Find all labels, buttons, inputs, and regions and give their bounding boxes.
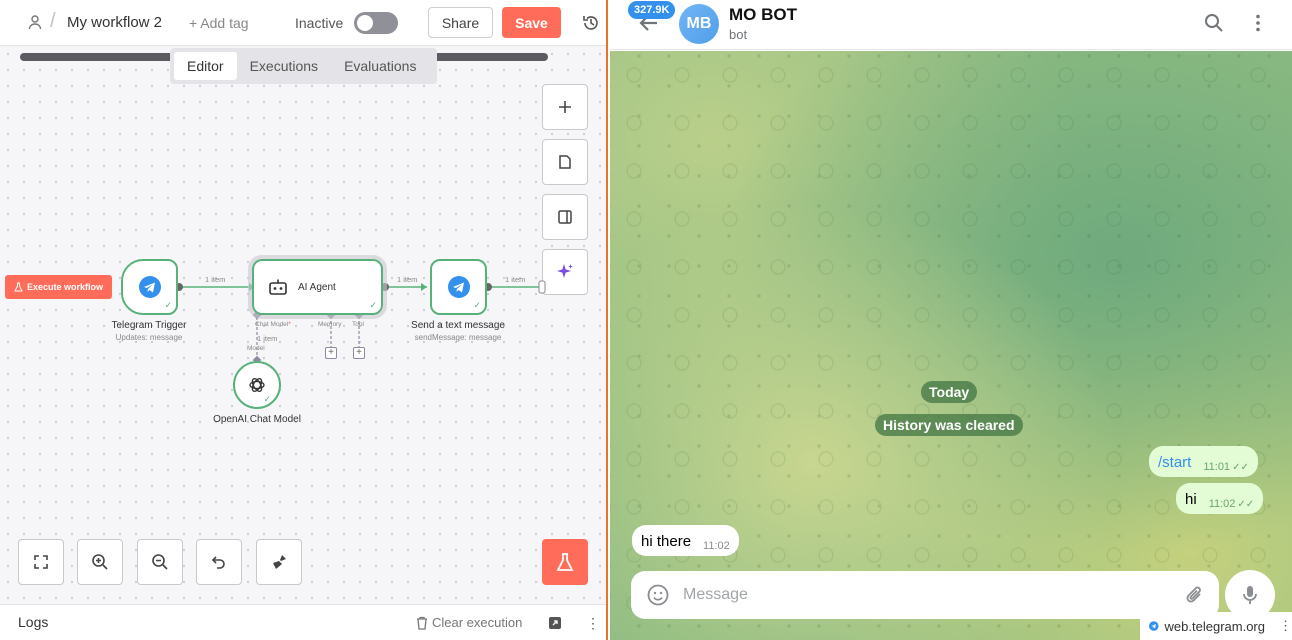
message-composer[interactable]: Message: [631, 571, 1219, 619]
connection-count-label: 1 item: [505, 275, 526, 284]
node-subtitle: sendMessage: message: [414, 333, 502, 342]
add-tool-button[interactable]: +: [353, 347, 365, 359]
ai-agent-node[interactable]: AI Agent ✓: [248, 255, 387, 319]
chat-status: bot: [729, 27, 748, 42]
flask-icon: [14, 282, 23, 292]
logs-label[interactable]: Logs: [18, 614, 48, 630]
tool-port-label: Tool: [352, 321, 364, 328]
memory-port-label: Memory: [318, 321, 342, 328]
telegram-icon: [1149, 621, 1159, 631]
chat-area[interactable]: Today History was cleared /start 11:01 ✓✓…: [610, 51, 1292, 640]
emoji-icon[interactable]: [646, 583, 670, 607]
zoom-in-button[interactable]: [77, 539, 123, 585]
connection-count-label: 1 item: [397, 275, 418, 284]
incoming-message[interactable]: hi there 11:02: [632, 525, 739, 556]
test-chat-button[interactable]: [542, 539, 588, 585]
node-subtitle: Updates: message: [115, 333, 183, 342]
node-label: Telegram Trigger: [111, 320, 187, 331]
execute-workflow-button[interactable]: Execute workflow: [5, 275, 112, 299]
message-time: 11:02: [703, 540, 730, 552]
zoom-out-icon: [152, 554, 168, 570]
more-vertical-icon[interactable]: [1248, 13, 1268, 33]
openai-icon: [249, 378, 265, 392]
avatar[interactable]: MB: [679, 4, 719, 44]
flask-icon: [556, 553, 574, 571]
undo-icon: [211, 556, 225, 569]
model-port-label: Model: [247, 345, 265, 352]
success-check-icon: ✓: [164, 300, 172, 310]
fit-view-icon: [34, 555, 48, 569]
zoom-to-fit-button[interactable]: [18, 539, 64, 585]
undo-button[interactable]: [196, 539, 242, 585]
trash-icon: [417, 616, 427, 630]
connection-count-label: 1 item: [205, 275, 226, 284]
connection-count-label: 1 item: [257, 334, 278, 343]
telegram-icon: [138, 276, 161, 298]
telegram-trigger-node[interactable]: ✓: [121, 259, 178, 315]
search-icon[interactable]: [1204, 13, 1224, 33]
success-check-icon: ✓: [473, 300, 481, 310]
double-check-icon: ✓✓: [1232, 461, 1249, 473]
domain-label: web.telegram.org: [1164, 618, 1265, 634]
zoom-in-icon: [92, 554, 108, 570]
telegram-window: 327.9K MB MO BOT bot Today History was c…: [610, 0, 1292, 640]
unread-count-badge: 327.9K: [628, 1, 676, 19]
microphone-icon: [1243, 586, 1257, 604]
browser-domain-badge: web.telegram.org ⋮: [1140, 612, 1292, 640]
logs-bar: Logs Clear execution ⋮: [0, 604, 606, 640]
message-text: hi there: [641, 533, 692, 550]
telegram-icon: [447, 276, 470, 298]
node-label: Send a text message: [411, 320, 505, 331]
date-pill: Today: [921, 381, 978, 403]
outgoing-message[interactable]: hi 11:02 ✓✓: [1176, 483, 1264, 514]
success-check-icon: ✓: [369, 300, 377, 310]
paperclip-icon[interactable]: [1183, 583, 1207, 607]
zoom-out-button[interactable]: [137, 539, 183, 585]
clear-execution-button[interactable]: Clear execution: [416, 615, 522, 630]
execute-workflow-label: Execute workflow: [26, 282, 104, 292]
tidy-up-button[interactable]: [256, 539, 302, 585]
more-options-icon[interactable]: ⋮: [586, 615, 600, 632]
node-label: AI Agent: [298, 281, 336, 293]
send-text-message-node[interactable]: ✓: [430, 259, 487, 315]
chat-model-port-label: Chat Model*: [255, 321, 291, 328]
n8n-editor-window: / My workflow 2 + Add tag Inactive Share…: [0, 0, 608, 640]
message-time: 11:01 ✓✓: [1203, 461, 1249, 473]
clear-execution-label: Clear execution: [432, 615, 523, 630]
chat-header: 327.9K MB MO BOT bot: [610, 0, 1292, 50]
message-text[interactable]: /start: [1158, 454, 1191, 471]
more-options-icon[interactable]: ⋮: [1279, 618, 1292, 634]
robot-icon: [269, 279, 287, 295]
add-memory-button[interactable]: +: [325, 347, 337, 359]
double-check-icon: ✓✓: [1237, 498, 1255, 510]
message-text: hi: [1185, 491, 1197, 508]
outgoing-message[interactable]: /start 11:01 ✓✓: [1149, 446, 1258, 477]
message-time: 11:02 ✓✓: [1208, 498, 1255, 510]
openai-chat-model-node[interactable]: ✓: [233, 361, 281, 409]
service-message: History was cleared: [875, 414, 1023, 436]
chat-name[interactable]: MO BOT: [729, 5, 797, 25]
message-input[interactable]: Message: [683, 586, 748, 604]
success-check-icon: ✓: [263, 394, 271, 404]
broom-icon: [273, 555, 286, 569]
node-label: OpenAI Chat Model: [213, 414, 301, 425]
pop-out-icon[interactable]: [548, 616, 562, 630]
